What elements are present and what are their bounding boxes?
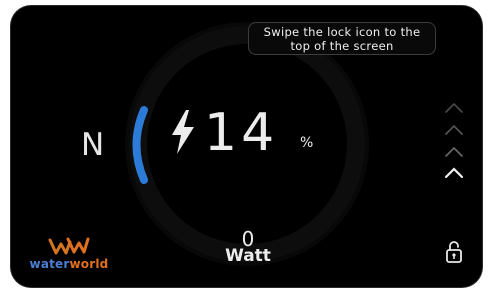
gear-indicator: N [81, 127, 105, 163]
swipe-hint-text: Swipe the lock icon to the top of the sc… [263, 25, 421, 53]
logo-mark [48, 237, 90, 255]
logo-wordmark-water: water [29, 257, 70, 271]
chevron-up-icon [445, 146, 463, 157]
device-screen: Swipe the lock icon to the top of the sc… [11, 6, 482, 287]
power-unit: Watt [225, 246, 271, 266]
battery-percent-value: 14 [204, 103, 279, 163]
battery-percent-unit: % [300, 135, 314, 151]
chevron-up-icon [445, 124, 463, 135]
lightning-bolt-icon [172, 110, 194, 154]
chevron-up-icon [444, 167, 464, 179]
gear-arc-indicator [132, 106, 148, 184]
unlocked-padlock-icon[interactable] [445, 240, 463, 264]
waterworld-logo: waterworld [24, 236, 114, 276]
chevron-up-icon [445, 102, 463, 113]
logo-wordmark: waterworld [24, 257, 114, 271]
swipe-hint-tooltip: Swipe the lock icon to the top of the sc… [248, 22, 436, 55]
logo-wordmark-world: world [69, 257, 109, 271]
